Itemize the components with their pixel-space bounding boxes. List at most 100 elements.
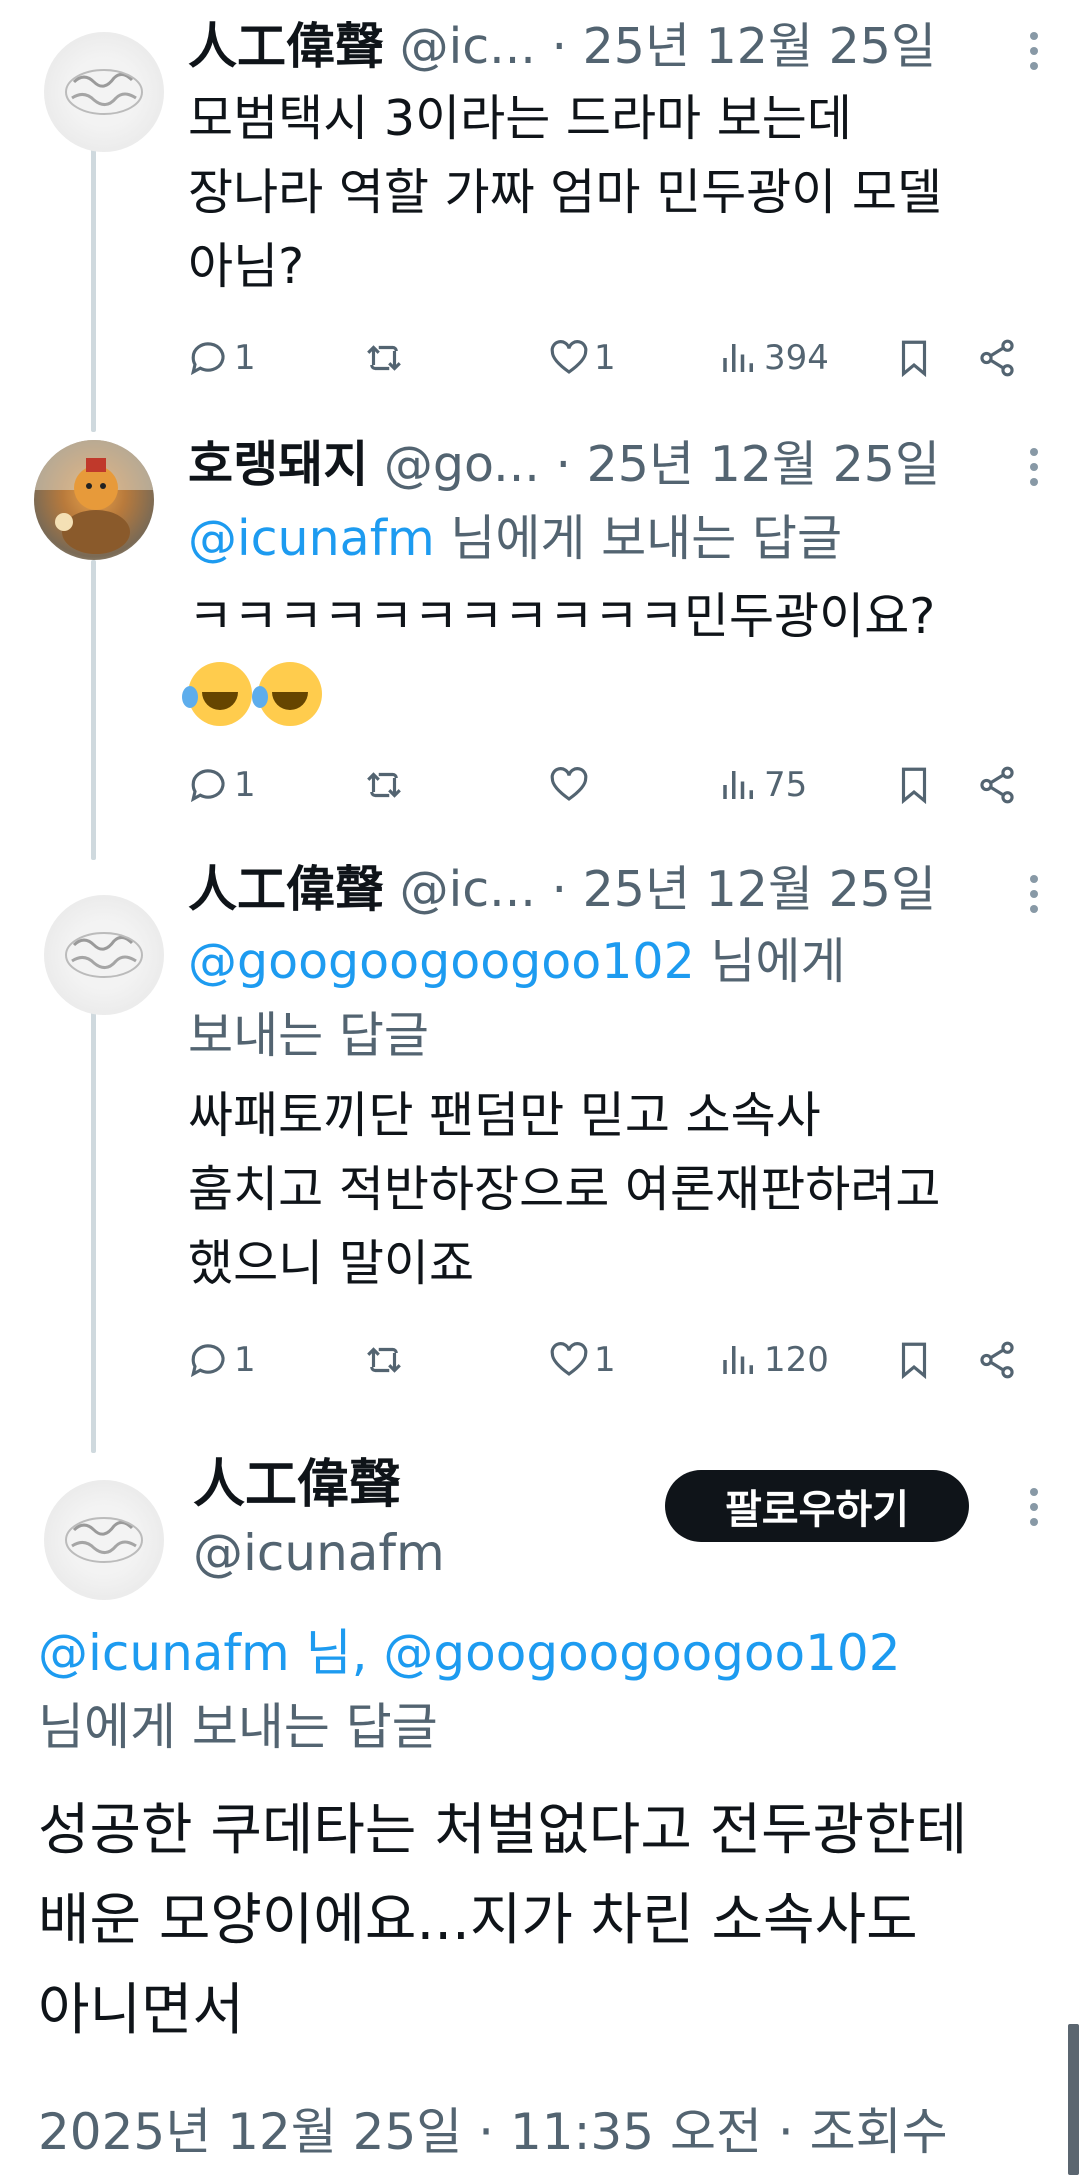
tweet-header: 人工偉聲 @ic... · 25년 12월 25일 [188, 12, 936, 82]
avatar[interactable] [34, 440, 154, 560]
like-button[interactable] [548, 755, 594, 815]
retweet-icon [367, 345, 401, 371]
avatar[interactable] [44, 895, 164, 1015]
retweet-button[interactable] [363, 328, 409, 388]
views-button[interactable]: 75 [718, 755, 807, 815]
text-line: 배운 모양이에요...지가 차린 소속사도 [38, 1888, 918, 1953]
bookmark-button[interactable] [893, 1330, 935, 1390]
display-name[interactable]: 人工偉聲 [193, 1450, 401, 1520]
reply-context: @googoogoogoo102 님에게 [188, 925, 940, 999]
text-line: 모범택시 3이라는 드라마 보는데 [188, 90, 852, 147]
tweet-header: 호랭돼지 @go... · 25년 12월 25일 [188, 430, 940, 500]
views-chart-icon [723, 1346, 753, 1374]
reply-button[interactable]: 1 [188, 328, 256, 388]
views-chart-icon [723, 344, 753, 372]
like-count: 1 [594, 1340, 616, 1380]
tweet-text: 모범택시 3이라는 드라마 보는데 장나라 역할 가짜 엄마 민두광이 모델 아… [188, 82, 942, 304]
reply-count: 1 [234, 338, 256, 378]
views-button[interactable]: 120 [718, 1330, 829, 1390]
text-line: 아니면서 [38, 1978, 245, 2043]
display-name[interactable]: 人工偉聲 [188, 18, 384, 75]
text-line: 싸패토끼단 팬덤만 믿고 소속사 [188, 1087, 821, 1144]
bookmark-icon [901, 1342, 927, 1380]
handwritten-logo-icon [65, 69, 143, 115]
share-icon [980, 1341, 1014, 1379]
share-icon [980, 766, 1014, 804]
more-options-icon[interactable] [1029, 448, 1039, 493]
handwritten-logo-icon [65, 932, 143, 978]
display-name[interactable]: 人工偉聲 [188, 861, 384, 918]
tweet[interactable]: 호랭돼지 @go... · 25년 12월 25일 @icunafm 님에게 보… [0, 430, 1079, 820]
more-options-icon[interactable] [1029, 32, 1039, 77]
action-bar: 1 75 [188, 755, 1028, 815]
tweet[interactable]: 人工偉聲 @ic... · 25년 12월 25일 모범택시 3이라는 드라마 … [0, 12, 1079, 392]
text-line: 성공한 쿠데타는 처벌없다고 전두광한테 [38, 1798, 968, 1863]
reply-count: 1 [234, 765, 256, 805]
tweet-text: @icunafm 님에게 보내는 답글 ㅋㅋㅋㅋㅋㅋㅋㅋㅋㅋㅋ민두광이요? [182, 502, 936, 734]
text-line: 훔치고 적반하장으로 여론재판하려고 [188, 1161, 941, 1218]
views-button[interactable]: 394 [718, 328, 829, 388]
avatar[interactable] [44, 32, 164, 152]
tiger-illustration-icon [34, 440, 154, 554]
timestamp[interactable]: 25년 12월 25일 [583, 18, 936, 75]
username[interactable]: @ic... [400, 861, 536, 918]
tweet-text: 성공한 쿠데타는 처벌없다고 전두광한테 배운 모양이에요...지가 차린 소속… [38, 1786, 1048, 2056]
timestamp[interactable]: 25년 12월 25일 [587, 436, 940, 493]
username[interactable]: @go... [384, 436, 540, 493]
tweet-meta[interactable]: 2025년 12월 25일 · 11:35 오전 · 조회수 [38, 2092, 948, 2164]
display-name[interactable]: 호랭돼지 [188, 436, 368, 493]
separator-dot: · [555, 436, 572, 493]
views-chart-icon [723, 771, 753, 799]
bookmark-icon [901, 767, 927, 805]
like-count: 1 [594, 338, 616, 378]
reply-context-suffix: 님에게 보내는 답글 [434, 510, 843, 567]
handwritten-logo-icon [65, 1517, 143, 1563]
tweet[interactable]: 人工偉聲 @ic... · 25년 12월 25일 @googoogoogoo1… [0, 855, 1079, 1415]
tweet-header: 人工偉聲 @ic... · 25년 12월 25일 [188, 855, 936, 925]
share-button[interactable] [976, 1330, 1018, 1390]
text-line: ㅋㅋㅋㅋㅋㅋㅋㅋㅋㅋㅋ민두광이요? [188, 588, 936, 645]
timestamp[interactable]: 25년 12월 25일 [583, 861, 936, 918]
reply-separator: 님, [289, 1624, 384, 1682]
tweet-text: @googoogoogoo102 님에게 보내는 답글 싸패토끼단 팬덤만 믿고… [188, 925, 940, 1301]
heart-icon [550, 1342, 588, 1376]
text-line: 장나라 역할 가짜 엄마 민두광이 모델 [188, 164, 943, 221]
follow-button[interactable]: 팔로우하기 [665, 1470, 969, 1542]
scrollbar[interactable] [1068, 2024, 1079, 2175]
retweet-button[interactable] [363, 755, 409, 815]
rolling-on-floor-laughing-emoji [252, 661, 322, 726]
separator-dot: · [551, 18, 568, 75]
avatar[interactable] [44, 1480, 164, 1600]
share-button[interactable] [976, 755, 1018, 815]
retweet-icon [367, 1347, 401, 1373]
reply-context: @icunafm 님, @googoogoogoo102 님에게 보내는 답글 [38, 1616, 901, 1764]
like-button[interactable]: 1 [548, 1330, 616, 1390]
share-button[interactable] [976, 328, 1018, 388]
view-count: 75 [764, 765, 808, 805]
retweet-button[interactable] [363, 1330, 409, 1390]
view-count: 120 [764, 1340, 829, 1380]
more-options-icon[interactable] [1029, 875, 1039, 920]
username[interactable]: @icunafm [193, 1518, 445, 1588]
bookmark-button[interactable] [893, 755, 935, 815]
view-count: 394 [764, 338, 829, 378]
reply-button[interactable]: 1 [188, 755, 256, 815]
reply-icon [190, 769, 225, 803]
emoji-row [182, 654, 935, 734]
mention-link[interactable]: @icunafm [38, 1624, 290, 1682]
more-options-icon[interactable] [1029, 1488, 1039, 1533]
mention-link[interactable]: @googoogoogoo102 [383, 1624, 900, 1682]
mention-link[interactable]: @icunafm [188, 510, 435, 567]
action-bar: 1 1 120 [188, 1330, 1028, 1390]
main-tweet: 人工偉聲 @icunafm 팔로우하기 @icunafm 님, @googoog… [0, 1440, 1079, 2175]
retweet-icon [367, 772, 401, 798]
like-button[interactable]: 1 [548, 328, 616, 388]
bookmark-button[interactable] [893, 328, 935, 388]
username[interactable]: @ic... [400, 18, 536, 75]
heart-icon [550, 767, 588, 801]
mention-link[interactable]: @googoogoogoo102 [188, 933, 695, 990]
reply-button[interactable]: 1 [188, 1330, 256, 1390]
reply-icon [190, 342, 225, 376]
reply-icon [190, 1344, 225, 1378]
reply-context: @icunafm 님에게 보내는 답글 [188, 502, 935, 576]
